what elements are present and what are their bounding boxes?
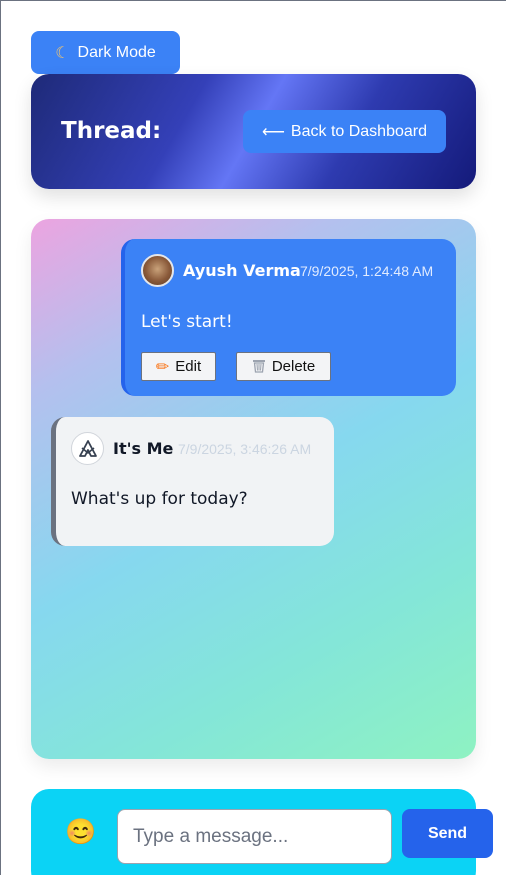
message-text: Let's start! (141, 312, 233, 332)
smiley-emoji-icon[interactable]: 😊 (61, 815, 101, 849)
logo-avatar (71, 432, 104, 465)
message-list[interactable]: Ayush Verma 7/9/2025, 1:24:48 AM Let's s… (31, 219, 476, 759)
dark-mode-button[interactable]: ☾ Dark Mode (31, 31, 180, 74)
back-button-label: Back to Dashboard (290, 122, 427, 140)
logo-icon (78, 439, 97, 457)
delete-button[interactable]: Delete (236, 352, 331, 381)
message-bubble-other: It's Me 7/9/2025, 3:46:26 AM What's up f… (51, 417, 334, 546)
pencil-icon: ✏ (155, 358, 170, 376)
message-timestamp: 7/9/2025, 3:46:26 AM (178, 441, 312, 457)
message-text: What's up for today? (71, 489, 248, 509)
trash-icon (252, 358, 266, 376)
message-composer: 😊 Send (31, 789, 493, 875)
message-author: It's Me (113, 439, 174, 458)
message-input[interactable] (117, 809, 392, 864)
send-button[interactable]: Send (402, 809, 493, 858)
edit-button[interactable]: ✏ Edit (141, 352, 216, 381)
arrow-left-icon: ⟵ (261, 123, 285, 141)
message-author: Ayush Verma (183, 261, 301, 280)
page-title: Thread: (61, 118, 162, 144)
back-to-dashboard-button[interactable]: ⟵ Back to Dashboard (243, 110, 446, 153)
delete-label: Delete (271, 358, 316, 375)
edit-label: Edit (175, 358, 202, 375)
dark-mode-label: Dark Mode (77, 43, 156, 61)
thread-header: Thread: ⟵ Back to Dashboard (31, 74, 476, 189)
message-timestamp: 7/9/2025, 1:24:48 AM (300, 263, 434, 279)
moon-icon: ☾ (55, 44, 70, 62)
message-bubble-own: Ayush Verma 7/9/2025, 1:24:48 AM Let's s… (121, 239, 456, 396)
user-photo-avatar (141, 254, 174, 287)
